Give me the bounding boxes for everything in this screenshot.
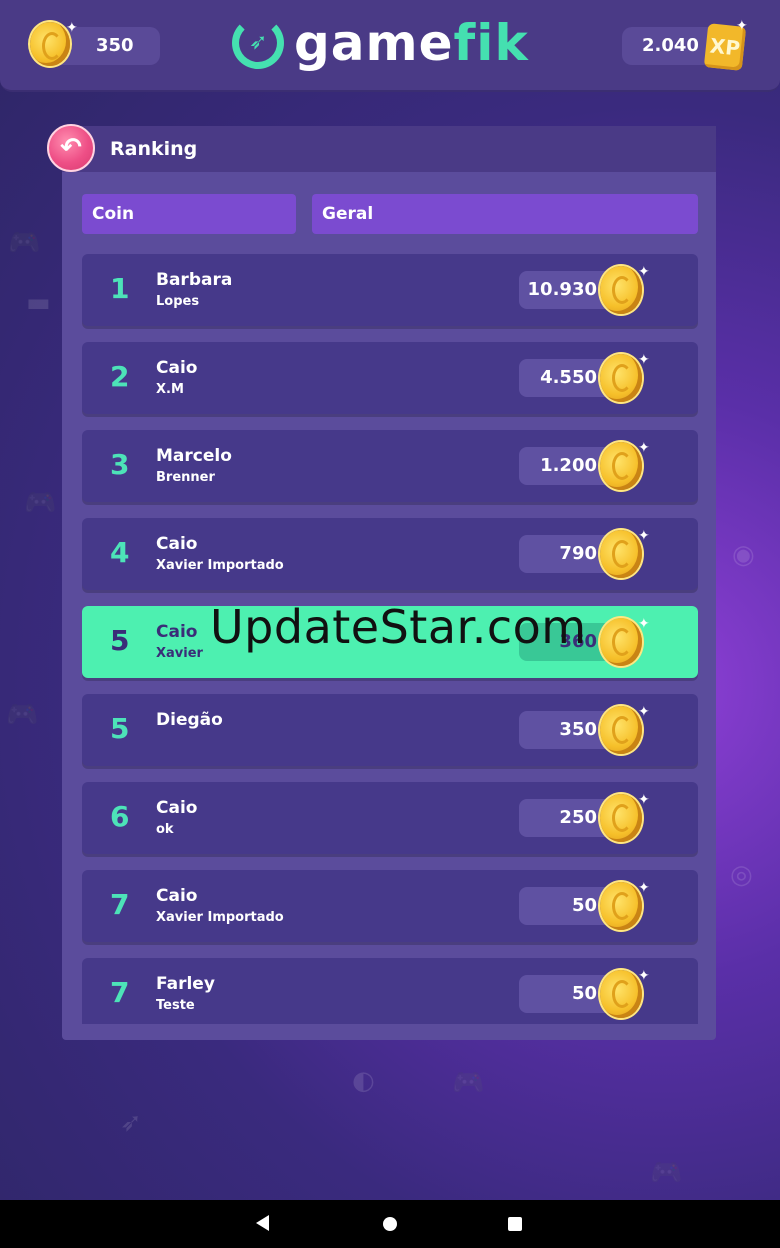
gamepad-icon: 🎮: [6, 700, 39, 730]
watermark: UpdateStar.com: [210, 600, 587, 654]
player-subtitle: Brenner: [156, 470, 215, 485]
sparkle-icon: ✦: [638, 440, 650, 456]
tab-coin-label: Coin: [92, 204, 135, 224]
logo-text-left: game: [294, 14, 454, 72]
sparkle-icon: ✦: [736, 18, 748, 34]
rocket-logo-icon: ➶: [232, 17, 284, 69]
logo: ➶ gamefik: [232, 14, 529, 72]
planet-icon: ◉: [732, 540, 755, 570]
player-name: Diegão: [156, 710, 223, 730]
xp-balance-value: 2.040: [642, 35, 699, 56]
ranking-row[interactable]: 5 Diegão 350 ✦: [82, 694, 698, 766]
rank-number: 4: [110, 536, 130, 569]
sparkle-icon: ✦: [638, 264, 650, 280]
top-bar: 350 ✦ ➶ gamefik 2.040 XP ✦: [0, 0, 780, 92]
coin-icon: [600, 794, 642, 842]
coin-icon: [600, 354, 642, 402]
rank-number: 5: [110, 624, 130, 657]
rank-number: 7: [110, 976, 130, 1009]
sparkle-icon: ✦: [66, 20, 78, 36]
ranking-row[interactable]: 7 Farley Teste 50 ✦: [82, 958, 698, 1024]
tab-coin[interactable]: Coin: [82, 194, 296, 234]
sparkle-icon: ✦: [638, 528, 650, 544]
rank-number: 2: [110, 360, 130, 393]
ranking-row[interactable]: 2 Caio X.M 4.550 ✦: [82, 342, 698, 414]
ranking-row[interactable]: 3 Marcelo Brenner 1.200 ✦: [82, 430, 698, 502]
ufo-icon: ◐: [352, 1066, 375, 1096]
coin-icon: [600, 706, 642, 754]
ranking-row[interactable]: 1 Barbara Lopes 10.930 ✦: [82, 254, 698, 326]
nav-recents-icon[interactable]: [508, 1217, 522, 1231]
player-name: Caio: [156, 534, 198, 554]
coin-icon: [30, 22, 70, 66]
sparkle-icon: ✦: [638, 968, 650, 984]
ranking-row[interactable]: 4 Caio Xavier Importado 790 ✦: [82, 518, 698, 590]
player-subtitle: Lopes: [156, 294, 200, 309]
logo-text: gamefik: [294, 14, 529, 72]
sparkle-icon: ✦: [638, 792, 650, 808]
panel-header: Ranking: [62, 126, 716, 172]
coin-icon: [600, 970, 642, 1018]
sparkle-icon: ✦: [638, 704, 650, 720]
rocket-icon: ➶: [120, 1108, 142, 1138]
player-name: Marcelo: [156, 446, 232, 466]
tank-icon: ▬: [26, 288, 51, 318]
sparkle-icon: ✦: [638, 880, 650, 896]
coin-icon: [600, 442, 642, 490]
player-subtitle: Xavier Importado: [156, 558, 284, 573]
sparkle-icon: ✦: [638, 616, 650, 632]
player-subtitle: ok: [156, 822, 174, 837]
player-subtitle: Xavier Importado: [156, 910, 284, 925]
player-name: Caio: [156, 358, 198, 378]
gamepad-icon: 🎮: [452, 1068, 485, 1098]
player-subtitle: Teste: [156, 998, 195, 1013]
planet-icon: ◎: [730, 860, 753, 890]
player-name: Caio: [156, 886, 198, 906]
nav-back-icon[interactable]: [256, 1215, 269, 1231]
rank-number: 6: [110, 800, 130, 833]
gamepad-icon: 🎮: [8, 228, 41, 258]
gamepad-icon: 🎮: [24, 488, 57, 518]
rank-number: 3: [110, 448, 130, 481]
player-name: Caio: [156, 622, 198, 642]
tab-geral[interactable]: Geral: [312, 194, 698, 234]
coin-icon: [600, 618, 642, 666]
tab-geral-label: Geral: [322, 204, 374, 224]
gamepad-icon: 🎮: [650, 1158, 683, 1188]
system-nav-bar: [0, 1200, 780, 1248]
player-name: Caio: [156, 798, 198, 818]
xp-label: XP: [708, 33, 742, 61]
coin-icon: [600, 882, 642, 930]
coin-icon: [600, 266, 642, 314]
rank-number: 7: [110, 888, 130, 921]
player-subtitle: X.M: [156, 382, 184, 397]
ranking-panel: Ranking Coin Geral 1 Barbara Lopes 10.93…: [62, 126, 716, 1040]
sparkle-icon: ✦: [638, 352, 650, 368]
player-name: Farley: [156, 974, 215, 994]
player-name: Barbara: [156, 270, 233, 290]
player-subtitle: Xavier: [156, 646, 203, 661]
page-title: Ranking: [110, 138, 198, 160]
rank-number: 5: [110, 712, 130, 745]
back-button[interactable]: ↶: [47, 124, 95, 172]
rank-number: 1: [110, 272, 130, 305]
coin-balance-value: 350: [96, 35, 134, 56]
coin-icon: [600, 530, 642, 578]
nav-home-icon[interactable]: [383, 1217, 397, 1231]
ranking-row[interactable]: 6 Caio ok 250 ✦: [82, 782, 698, 854]
ranking-row[interactable]: 7 Caio Xavier Importado 50 ✦: [82, 870, 698, 942]
back-arrow-icon: ↶: [60, 133, 82, 163]
logo-text-right: fik: [453, 14, 529, 72]
